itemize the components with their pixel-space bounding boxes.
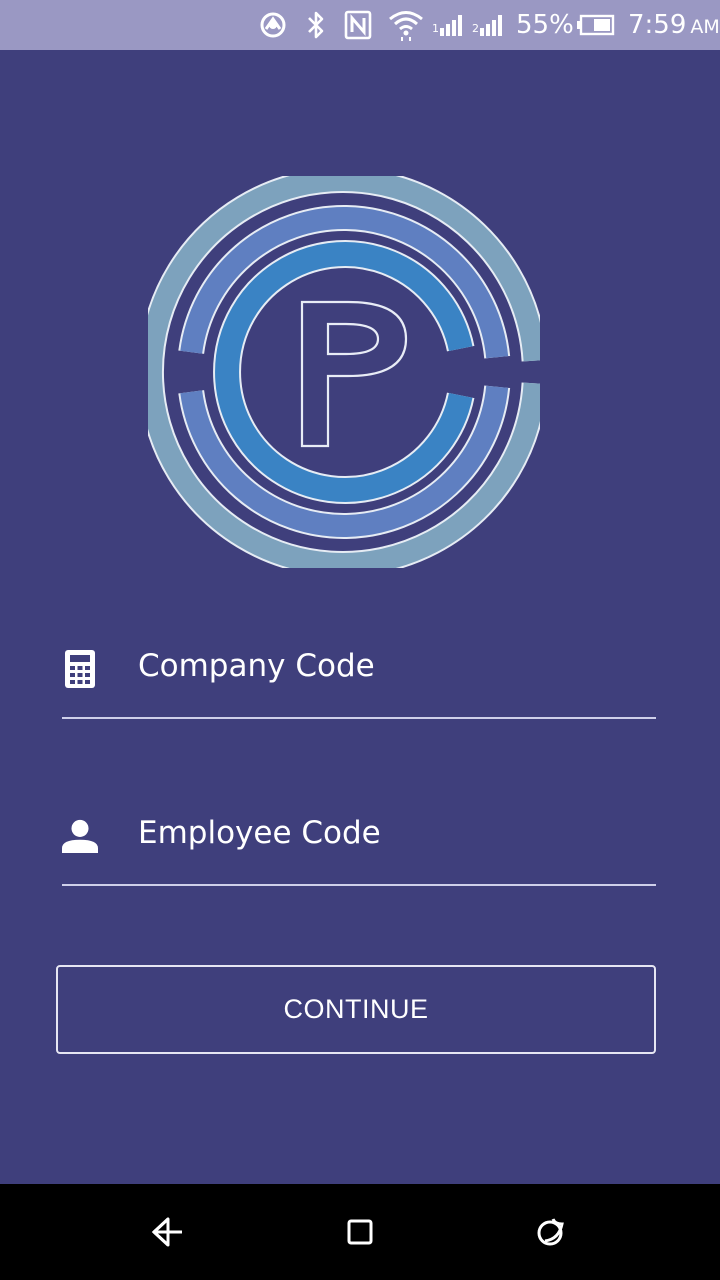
svg-text:2: 2 bbox=[472, 22, 479, 35]
nfc-sync-icon bbox=[256, 0, 290, 50]
clock-time: 7:59 bbox=[628, 10, 687, 40]
employee-code-field bbox=[62, 784, 656, 886]
battery-percent: 55% bbox=[516, 10, 574, 40]
status-bar: 1 2 55% 7:59 AM bbox=[0, 0, 720, 50]
signal-2-icon: 2 bbox=[472, 0, 506, 50]
bluetooth-icon bbox=[302, 0, 330, 50]
company-logo bbox=[138, 167, 548, 577]
wifi-icon bbox=[386, 0, 426, 50]
clock: 7:59 AM bbox=[628, 0, 720, 50]
svg-text:1: 1 bbox=[432, 22, 439, 35]
continue-button[interactable]: CONTINUE bbox=[56, 965, 656, 1054]
company-code-field bbox=[62, 617, 656, 719]
navigation-bar bbox=[0, 1184, 720, 1280]
clock-ampm: AM bbox=[690, 16, 720, 38]
assistant-icon[interactable] bbox=[528, 1208, 576, 1256]
nfc-icon bbox=[342, 0, 374, 50]
employee-code-input[interactable] bbox=[138, 798, 638, 868]
signal-1-icon: 1 bbox=[432, 0, 466, 50]
person-icon bbox=[62, 816, 98, 856]
recents-icon[interactable] bbox=[336, 1208, 384, 1256]
back-icon[interactable] bbox=[144, 1208, 192, 1256]
company-code-input[interactable] bbox=[138, 631, 638, 701]
calculator-icon bbox=[62, 649, 98, 689]
battery-icon bbox=[576, 0, 616, 50]
